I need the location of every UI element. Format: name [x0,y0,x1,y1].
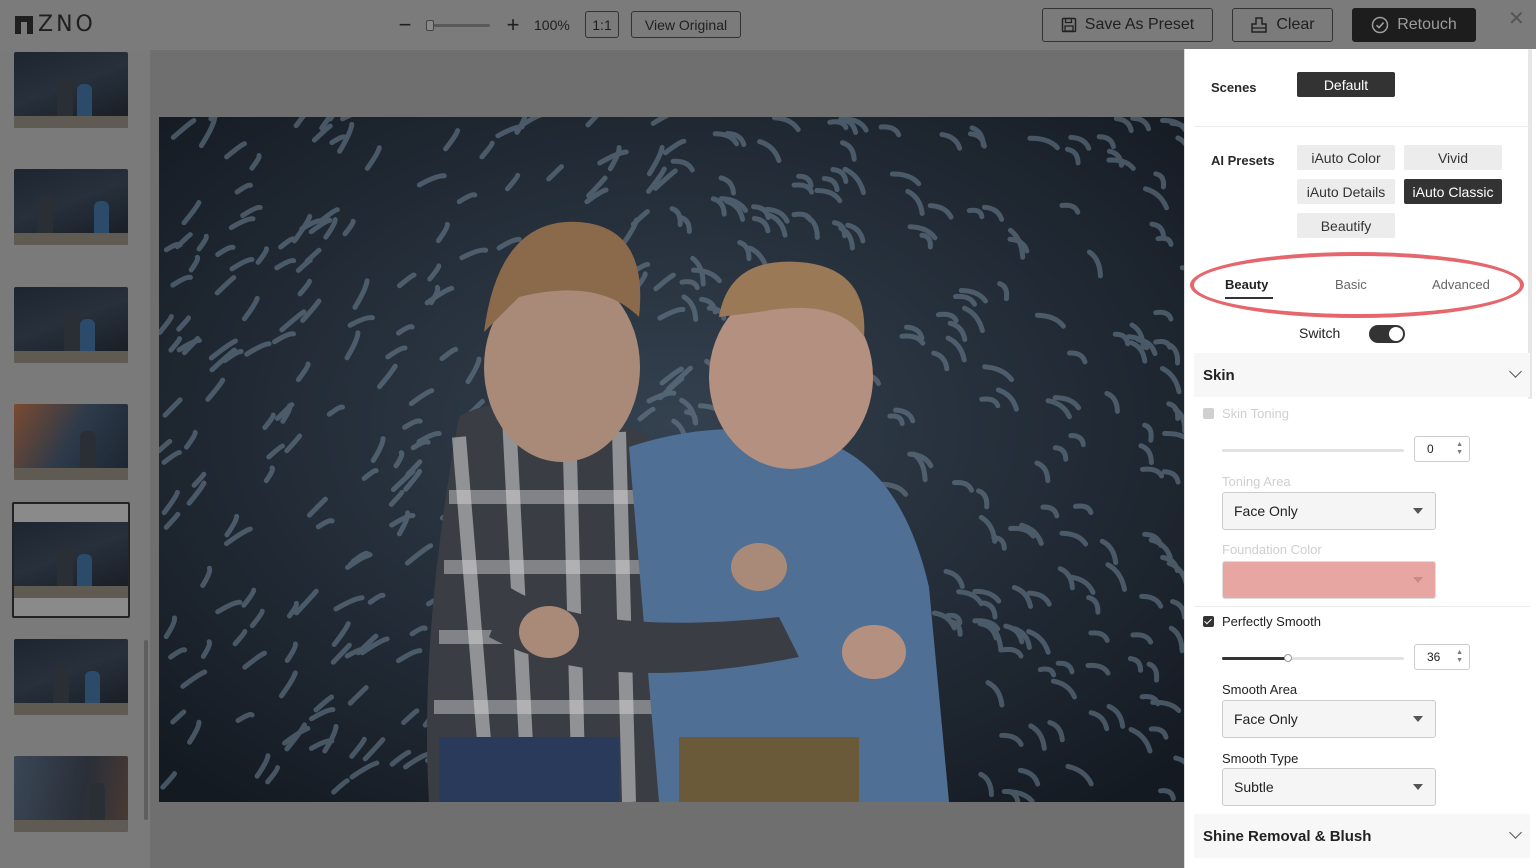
filmstrip-scrollbar[interactable] [144,640,148,820]
skin-toning-label: Skin Toning [1222,406,1289,421]
smooth-value: 36 [1427,650,1441,664]
save-as-preset-button[interactable]: Save As Preset [1042,8,1213,42]
section-shine-title: Shine Removal & Blush [1203,827,1372,845]
scenes-label: Scenes [1211,80,1257,95]
smooth-value-input[interactable]: 36 ▲ ▼ [1414,644,1470,670]
active-tab-underline [1225,297,1273,299]
close-icon[interactable]: ✕ [1508,6,1525,31]
skin-toning-value: 0 [1427,442,1434,456]
photo-canvas [150,50,1184,868]
switch-label: Switch [1299,325,1341,341]
perfectly-smooth-label: Perfectly Smooth [1222,614,1321,629]
skin-toning-slider[interactable] [1222,444,1404,456]
preset-beautify[interactable]: Beautify [1297,213,1395,238]
thumbnail[interactable] [14,52,128,128]
stepper-arrows-icon[interactable]: ▲ ▼ [1456,441,1463,457]
panel-scrollbar[interactable] [1528,49,1532,399]
save-as-preset-label: Save As Preset [1084,16,1195,33]
zoom-slider[interactable] [426,15,490,35]
one-to-one-button[interactable]: 1:1 [585,11,619,38]
smooth-slider[interactable] [1222,652,1404,664]
perfectly-smooth-checkbox[interactable] [1203,616,1214,627]
stepper-arrows-icon[interactable]: ▲ ▼ [1456,649,1463,665]
smooth-type-select[interactable]: Subtle [1222,768,1436,806]
chevron-down-icon [1509,826,1522,839]
slider-track [1222,449,1404,452]
retouch-button[interactable]: Retouch [1352,8,1476,42]
save-disk-icon [1061,17,1077,33]
clear-label: Clear [1276,16,1315,33]
toning-area-label: Toning Area [1222,474,1291,489]
caret-down-icon [1413,716,1423,722]
smooth-type-label: Smooth Type [1222,751,1299,766]
toggle-knob [1389,327,1403,341]
tab-beauty[interactable]: Beauty [1225,277,1268,292]
clear-button[interactable]: Clear [1232,8,1333,42]
skin-toning-value-input[interactable]: 0 ▲ ▼ [1414,436,1470,462]
beauty-switch-toggle[interactable] [1369,325,1405,343]
preset-iauto-color[interactable]: iAuto Color [1297,145,1395,170]
photo-illustration [159,117,1184,802]
thumbnail[interactable] [14,756,128,832]
section-skin-header[interactable]: Skin [1194,353,1530,397]
zoom-in-button[interactable]: + [504,14,522,36]
smooth-area-value: Face Only [1234,711,1298,727]
view-original-button[interactable]: View Original [631,11,741,38]
caret-down-icon [1413,508,1423,514]
retouch-panel [1184,49,1536,868]
slider-fill [1222,657,1288,660]
logo-text: ZNO [38,12,96,37]
ai-presets-label: AI Presets [1211,153,1275,168]
section-skin-title: Skin [1203,366,1235,384]
zoom-out-button[interactable]: − [396,14,414,36]
zoom-controls: − + 100% [396,12,574,38]
tab-advanced[interactable]: Advanced [1432,277,1490,292]
caret-down-icon [1413,784,1423,790]
thumbnail[interactable] [14,287,128,363]
zno-logo: ZNO [14,12,96,37]
scene-default-button[interactable]: Default [1297,72,1395,97]
smooth-area-select[interactable]: Face Only [1222,700,1436,738]
zoom-slider-thumb[interactable] [426,20,434,31]
preset-iauto-details[interactable]: iAuto Details [1297,179,1395,204]
photo-preview[interactable] [159,117,1184,802]
filmstrip [0,50,150,868]
zoom-value: 100% [534,17,570,33]
divider [1194,126,1530,127]
skin-toning-checkbox[interactable] [1203,408,1214,419]
thumbnail[interactable] [14,404,128,480]
tab-basic[interactable]: Basic [1335,277,1367,292]
top-toolbar: ZNO − + 100% 1:1 View Original Save As P… [0,0,1536,50]
preset-iauto-classic[interactable]: iAuto Classic [1404,179,1502,204]
toning-area-value: Face Only [1234,503,1298,519]
thumbnail[interactable] [14,169,128,245]
zno-logo-mark-icon [14,15,34,35]
thumbnail[interactable] [14,639,128,715]
foundation-color-label: Foundation Color [1222,542,1322,557]
retouch-label: Retouch [1397,16,1457,33]
foundation-color-swatch[interactable] [1222,561,1436,599]
toning-area-select[interactable]: Face Only [1222,492,1436,530]
divider [1194,606,1530,607]
eraser-icon [1251,17,1268,33]
section-shine-removal-header[interactable]: Shine Removal & Blush [1194,814,1530,858]
smooth-type-value: Subtle [1234,779,1274,795]
zoom-slider-track [426,24,490,27]
slider-knob[interactable] [1283,654,1292,662]
check-circle-icon [1371,16,1389,34]
smooth-area-label: Smooth Area [1222,682,1298,697]
preset-vivid[interactable]: Vivid [1404,145,1502,170]
thumbnail-selected[interactable] [12,502,130,618]
caret-down-icon [1413,577,1423,583]
chevron-down-icon [1509,365,1522,378]
